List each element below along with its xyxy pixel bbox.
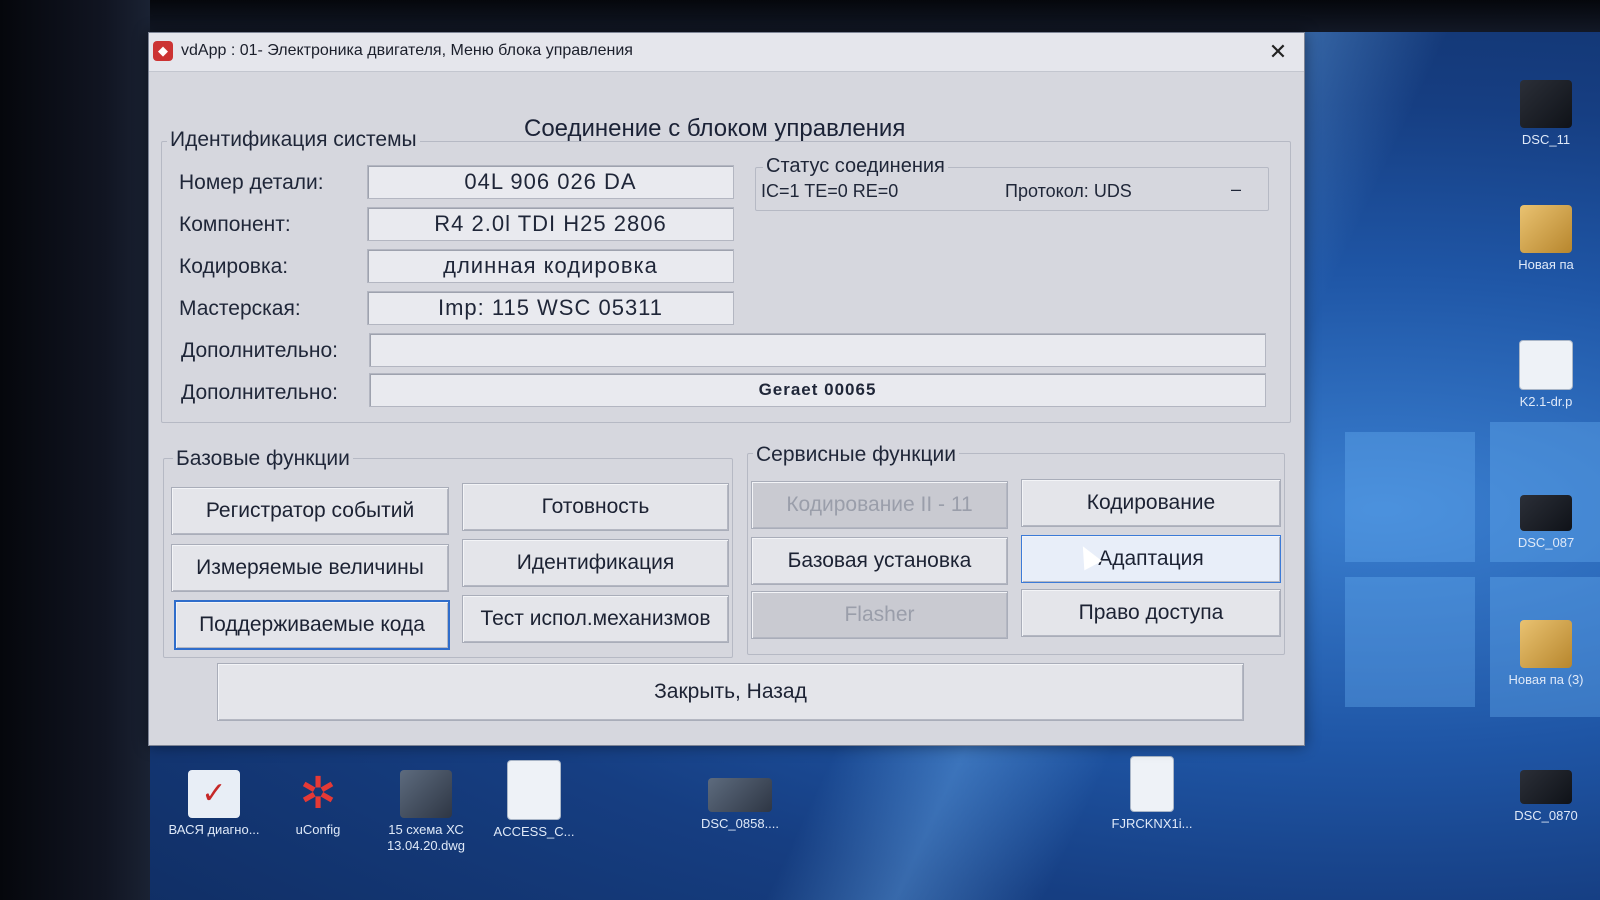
flasher-button[interactable]: Flasher: [751, 591, 1008, 639]
additional-label-1: Дополнительно:: [181, 339, 338, 362]
additional-value-2: Geraet 00065: [369, 373, 1266, 407]
readiness-button[interactable]: Готовность: [462, 483, 729, 531]
component-value: R4 2.0l TDI H25 2806: [367, 207, 734, 241]
desktop-icon[interactable]: Новая па: [1500, 205, 1592, 273]
identification-title: Идентификация системы: [167, 128, 420, 152]
monitor-bezel-left: [0, 0, 150, 900]
identification-button[interactable]: Идентификация: [462, 539, 729, 587]
desktop-icon[interactable]: DSC_0858....: [694, 778, 786, 832]
coding-2-button[interactable]: Кодирование II - 11: [751, 481, 1008, 529]
additional-value-1: [369, 333, 1266, 367]
connection-counters: IC=1 TE=0 RE=0: [761, 181, 899, 201]
image-file-icon: [1520, 770, 1572, 804]
image-file-icon: [708, 778, 772, 812]
protocol-label: Протокол: UDS: [1005, 181, 1132, 201]
desktop-icon[interactable]: DSC_087: [1500, 495, 1592, 551]
diagnostic-app-icon: ✓: [188, 770, 240, 818]
measured-values-button[interactable]: Измеряемые величины: [171, 544, 449, 592]
access-rights-button[interactable]: Право доступа: [1021, 589, 1281, 637]
workshop-value: Imp: 115 WSC 05311: [367, 291, 734, 325]
page-title: Соединение с блоком управления: [524, 115, 906, 142]
part-number-label: Номер детали:: [179, 171, 324, 194]
component-label: Компонент:: [179, 213, 291, 236]
workshop-label: Мастерская:: [179, 297, 301, 320]
windows-logo-pane: [1345, 577, 1475, 707]
desktop-icon[interactable]: Новая па (3): [1500, 620, 1592, 688]
supported-codes-button[interactable]: Поддерживаемые кода: [174, 600, 450, 650]
desktop-icon[interactable]: K2.1-dr.p: [1500, 340, 1592, 410]
desktop-icon[interactable]: 15 схема ХС 13.04.20.dwg: [380, 770, 472, 854]
document-icon: [1519, 340, 1573, 390]
close-back-button[interactable]: Закрыть, Назад: [217, 663, 1244, 721]
basic-settings-button[interactable]: Базовая установка: [751, 537, 1008, 585]
desktop-icon[interactable]: ✲ uConfig: [272, 770, 364, 838]
desktop-icon-label: DSC_087: [1517, 535, 1575, 550]
connection-status-title: Статус соединения: [763, 155, 948, 178]
desktop-icon-label: DSC_0858....: [700, 816, 780, 831]
desktop-icon-label: ACCESS_C...: [493, 824, 575, 839]
folder-icon: [1520, 620, 1572, 668]
desktop-icon-label: DSC_11: [1521, 132, 1571, 147]
close-icon[interactable]: ✕: [1262, 37, 1294, 67]
actuator-test-button[interactable]: Тест испол.механизмов: [462, 595, 729, 643]
desktop-icon-label: Новая па (3): [1508, 672, 1584, 687]
image-file-icon: [1520, 495, 1572, 531]
monitor-bezel-top: [0, 0, 1600, 32]
coding-value: длинная кодировка: [367, 249, 734, 283]
blank-file-icon: [1130, 756, 1174, 812]
desktop-icon-label: FJRCKNX1i...: [1111, 816, 1193, 831]
access-file-icon: [507, 760, 561, 820]
part-number-value: 04L 906 026 DA: [367, 165, 734, 199]
desktop-icon[interactable]: FJRCKNX1i...: [1106, 756, 1198, 832]
desktop-icon-label: 15 схема ХС 13.04.20.dwg: [386, 822, 466, 853]
folder-icon: [1520, 205, 1572, 253]
basic-functions-title: Базовые функции: [173, 447, 353, 471]
uconfig-icon: ✲: [299, 769, 337, 818]
window-title: vdApp : 01- Электроника двигателя, Меню …: [181, 42, 633, 59]
desktop-icon[interactable]: DSC_11: [1500, 80, 1592, 148]
additional-label-2: Дополнительно:: [181, 381, 338, 404]
desktop-icon[interactable]: ACCESS_C...: [488, 760, 580, 840]
image-file-icon: [1520, 80, 1572, 128]
coding-label: Кодировка:: [179, 255, 289, 278]
title-bar[interactable]: ◆ vdApp : 01- Электроника двигателя, Мен…: [149, 33, 1304, 72]
desktop-icon-label: K2.1-dr.p: [1519, 394, 1573, 409]
desktop-icon-label: Новая па: [1518, 257, 1574, 272]
desktop-icon-label: DSC_0870: [1514, 808, 1578, 823]
windows-logo-pane: [1345, 432, 1475, 562]
desktop-icon[interactable]: DSC_0870: [1500, 770, 1592, 824]
desktop-icon-label: ВАСЯ диагно...: [168, 822, 260, 837]
desktop-icon-label: uConfig: [295, 822, 341, 837]
adaptation-button[interactable]: Адаптация: [1021, 535, 1281, 583]
status-indicator: –: [1231, 179, 1242, 199]
service-functions-title: Сервисные функции: [753, 443, 959, 467]
vdapp-control-unit-window: ◆ vdApp : 01- Электроника двигателя, Мен…: [148, 32, 1305, 746]
app-logo-icon: ◆: [153, 41, 173, 61]
dwg-file-icon: [400, 770, 452, 818]
desktop-icon[interactable]: ✓ ВАСЯ диагно...: [168, 770, 260, 838]
event-recorder-button[interactable]: Регистратор событий: [171, 487, 449, 535]
coding-button[interactable]: Кодирование: [1021, 479, 1281, 527]
